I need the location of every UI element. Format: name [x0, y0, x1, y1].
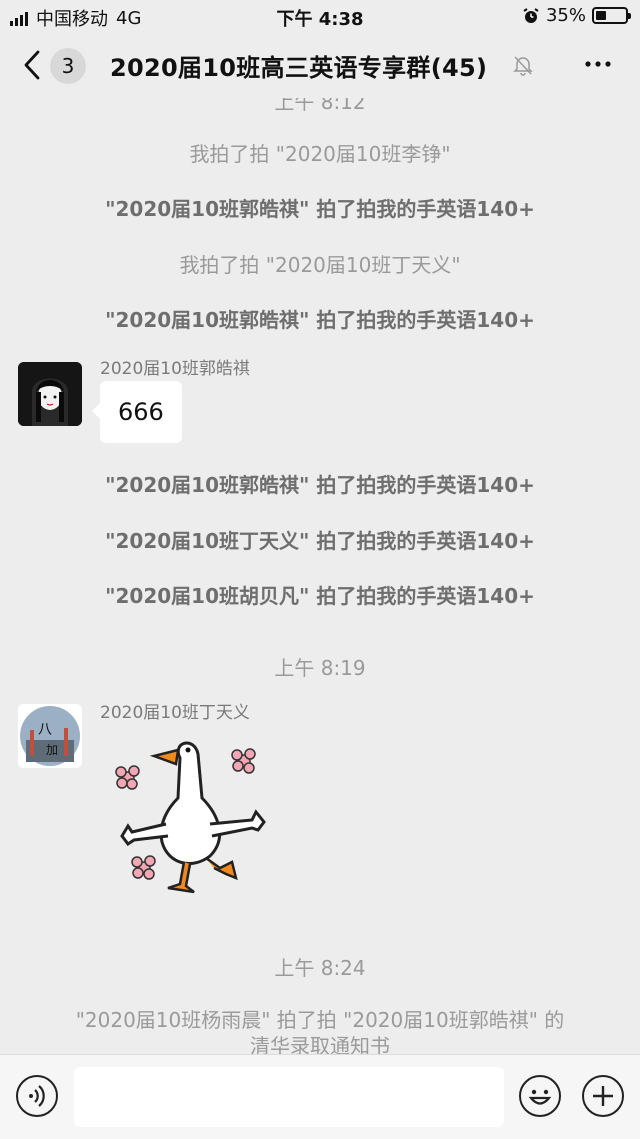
avatar-image — [18, 362, 82, 426]
sender-name: 2020届10班丁天义 — [100, 703, 250, 723]
timestamp: 上午 8:24 — [274, 956, 366, 980]
system-message: "2020届10班郭皓祺" 拍了拍我的手英语140+ — [105, 473, 535, 497]
avatar-image: 八 加 — [18, 704, 82, 768]
plus-button[interactable] — [582, 1075, 624, 1117]
svg-text:加: 加 — [46, 743, 58, 757]
system-message: 我拍了拍 "2020届10班李铮" — [189, 142, 451, 166]
unread-badge[interactable]: 3 — [50, 48, 86, 84]
status-right: 35% — [522, 5, 631, 26]
more-dots-icon[interactable] — [582, 54, 614, 74]
bell-muted-icon — [513, 56, 533, 76]
chevron-left-icon[interactable] — [18, 48, 48, 82]
system-message: "2020届10班郭皓祺" 拍了拍我的手英语140+ — [105, 308, 535, 332]
message-input[interactable] — [74, 1067, 504, 1127]
svg-text:八: 八 — [38, 722, 52, 738]
emoji-icon — [528, 1089, 551, 1105]
system-message: "2020届10班郭皓祺" 拍了拍我的手英语140+ — [105, 197, 535, 221]
avatar[interactable]: 八 加 — [18, 704, 82, 768]
system-message: "2020届10班丁天义" 拍了拍我的手英语140+ — [105, 529, 535, 553]
sender-name: 2020届10班郭皓祺 — [100, 359, 250, 379]
timestamp: 上午 8:19 — [274, 656, 366, 680]
system-message: 清华录取通知书 — [250, 1034, 390, 1054]
avatar[interactable] — [18, 362, 82, 426]
voice-button[interactable] — [16, 1075, 58, 1117]
system-message: 我拍了拍 "2020届10班丁天义" — [179, 253, 461, 277]
chat-header: 3 2020届10班高三英语专享群(45) — [0, 34, 640, 98]
status-bar: 中国移动 4G 下午 4:38 35% — [0, 0, 640, 34]
voice-icon — [28, 1084, 45, 1107]
battery-percent: 35% — [545, 5, 586, 26]
emoji-button[interactable] — [519, 1075, 561, 1117]
goose-sticker[interactable] — [110, 728, 290, 908]
alarm-icon — [523, 7, 539, 23]
timestamp: 上午 8:12 — [274, 98, 366, 114]
battery-icon — [592, 7, 631, 24]
plus-icon — [592, 1085, 613, 1106]
battery-fill — [596, 11, 606, 20]
system-message: "2020届10班杨雨晨" 拍了拍 "2020届10班郭皓祺" 的 — [75, 1008, 565, 1032]
system-message: "2020届10班胡贝凡" 拍了拍我的手英语140+ — [105, 584, 535, 608]
input-bar — [0, 1054, 640, 1139]
message-bubble[interactable]: 666 — [92, 381, 182, 443]
chat-title[interactable]: 2020届10班高三英语专享群(45) — [110, 48, 487, 83]
message-list[interactable]: 上午 8:12 我拍了拍 "2020届10班李铮" "2020届10班郭皓祺" … — [0, 98, 640, 1054]
